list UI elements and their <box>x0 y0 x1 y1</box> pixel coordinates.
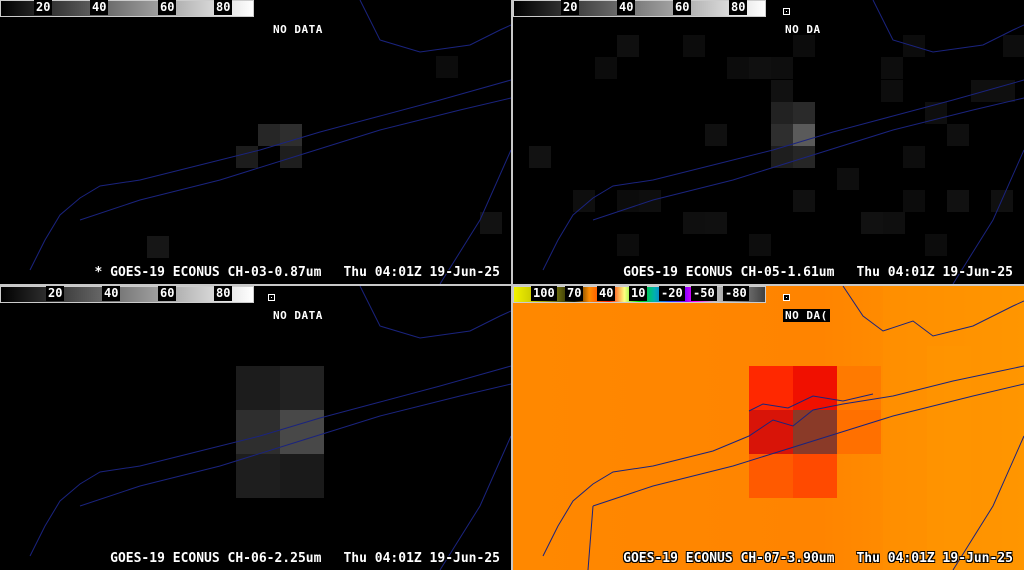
colorbar-tick: 60 <box>673 0 692 15</box>
panel-ch03[interactable]: 20 40 60 80 NO DATA * GOES-19 ECONUS CH-… <box>0 0 511 284</box>
colorbar-tick: 20 <box>34 0 53 15</box>
panel-ch06[interactable]: 20 40 60 80 NO DATA GOES-19 ECONUS CH-06… <box>0 286 511 570</box>
colorbar-tick: 100 <box>531 286 557 301</box>
colorbar-tick: -20 <box>659 286 685 301</box>
channel-caption: * GOES-19 ECONUS CH-03-0.87um <box>94 265 322 280</box>
cursor-icon <box>783 8 790 15</box>
colorbar-tick: 10 <box>629 286 648 301</box>
no-data-label: NO DA( <box>783 309 830 322</box>
time-caption: Thu 04:01Z 19-Jun-25 <box>343 265 500 280</box>
panel-ch07[interactable]: 100 70 40 10 -20 -50 -80 NO DA( GOES-19 … <box>513 286 1024 570</box>
no-data-label: NO DA <box>785 23 821 36</box>
colorbar-tick: 60 <box>158 0 177 15</box>
panel-divider-horizontal <box>0 284 1024 286</box>
channel-caption: GOES-19 ECONUS CH-07-3.90um <box>623 551 835 566</box>
colorbar-tick: 40 <box>597 286 616 301</box>
channel-caption: GOES-19 ECONUS CH-05-1.61um <box>623 265 835 280</box>
colorbar-tick: 80 <box>214 0 233 15</box>
no-data-label: NO DATA <box>273 23 323 36</box>
satellite-image-ch03 <box>29 0 511 284</box>
colorbar-tick: 20 <box>46 286 65 301</box>
panel-caption: * GOES-19 ECONUS CH-03-0.87um Thu 04:01Z … <box>94 265 500 280</box>
colorbar-tick: 80 <box>214 286 233 301</box>
colorbar-tick: 60 <box>158 286 177 301</box>
no-data-label: NO DATA <box>273 309 323 322</box>
panel-caption: GOES-19 ECONUS CH-07-3.90um Thu 04:01Z 19… <box>623 551 1013 566</box>
satellite-image-ch05 <box>529 0 1024 284</box>
time-caption: Thu 04:01Z 19-Jun-25 <box>343 551 500 566</box>
colorbar-tick: 40 <box>617 0 636 15</box>
satellite-image-ch07 <box>513 286 1024 570</box>
colorbar-tick: -80 <box>723 286 749 301</box>
panel-ch05[interactable]: 20 40 60 80 NO DA GOES-19 ECONUS CH-05-1… <box>513 0 1024 284</box>
cursor-icon <box>268 294 275 301</box>
colorbar-tick: 70 <box>565 286 584 301</box>
panel-caption: GOES-19 ECONUS CH-06-2.25um Thu 04:01Z 19… <box>110 551 500 566</box>
time-caption: Thu 04:01Z 19-Jun-25 <box>856 265 1013 280</box>
colorbar-tick: 40 <box>90 0 109 15</box>
panel-caption: GOES-19 ECONUS CH-05-1.61um Thu 04:01Z 19… <box>623 265 1013 280</box>
channel-caption: GOES-19 ECONUS CH-06-2.25um <box>110 551 322 566</box>
satellite-image-ch06 <box>29 286 511 570</box>
colorbar-tick: -50 <box>691 286 717 301</box>
colorbar-tick: 40 <box>102 286 121 301</box>
cursor-icon <box>783 294 790 301</box>
colorbar-tick: 80 <box>729 0 748 15</box>
time-caption: Thu 04:01Z 19-Jun-25 <box>856 551 1013 566</box>
colorbar-tick: 20 <box>561 0 580 15</box>
